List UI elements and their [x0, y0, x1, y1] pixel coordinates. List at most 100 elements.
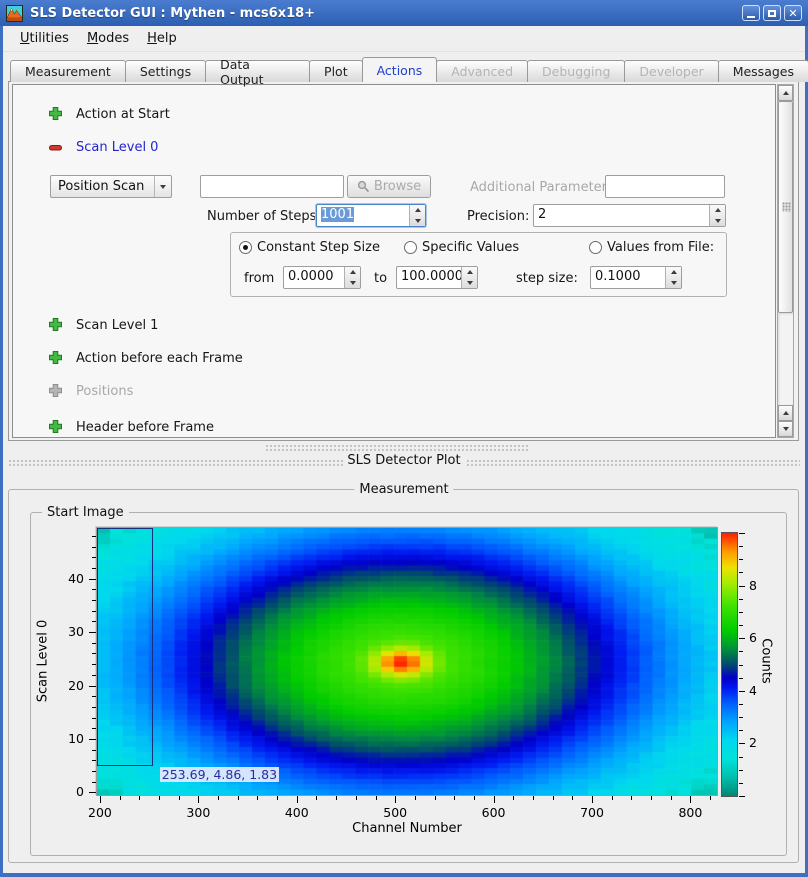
- combo-arrow[interactable]: [154, 176, 171, 197]
- tab-settings[interactable]: Settings: [125, 60, 206, 82]
- tab-actions[interactable]: Actions: [362, 57, 438, 82]
- spin-buttons[interactable]: [344, 267, 360, 288]
- colorbar-title: Counts: [759, 638, 774, 683]
- step-size-spinbox[interactable]: 0.1000: [590, 266, 682, 289]
- measurement-group-label: Measurement: [354, 482, 453, 497]
- x-tick: [631, 796, 632, 800]
- x-tick: [553, 796, 554, 800]
- browse-button-label: Browse: [374, 179, 421, 194]
- number-of-steps-value: 1001: [321, 207, 354, 222]
- scroll-up-button[interactable]: [778, 85, 793, 101]
- dock-handle-left[interactable]: [8, 459, 344, 466]
- window-title: SLS Detector GUI : Mythen - mcs6x18+: [30, 6, 739, 21]
- y-tick: [92, 589, 96, 590]
- colorbar-tick-label: 6: [749, 630, 757, 645]
- scan-script-input[interactable]: [200, 175, 344, 198]
- spin-buttons[interactable]: [409, 205, 425, 226]
- tab-data-output[interactable]: Data Output: [205, 60, 310, 82]
- specific-values-label[interactable]: Specific Values: [422, 240, 519, 255]
- x-tick: [297, 796, 298, 803]
- menu-help[interactable]: Help: [138, 27, 186, 50]
- y-tick-label: 0: [56, 784, 84, 799]
- spin-buttons[interactable]: [461, 267, 477, 288]
- scroll-down-button[interactable]: [778, 421, 793, 437]
- window-controls: ✕: [739, 5, 802, 21]
- colorbar-tick: [739, 730, 743, 731]
- tab-plot[interactable]: Plot: [309, 60, 363, 82]
- scroll-up-button-bottom[interactable]: [778, 405, 793, 421]
- scan-level-1-label[interactable]: Scan Level 1: [76, 318, 158, 333]
- vertical-scrollbar[interactable]: [777, 84, 794, 438]
- step-size-value: 0.1000: [595, 269, 641, 284]
- expand-plus-icon[interactable]: [48, 350, 63, 365]
- x-tick: [257, 796, 258, 800]
- splitter-handle[interactable]: [265, 444, 530, 451]
- colorbar-frame: [721, 532, 738, 797]
- x-tick: [494, 796, 495, 803]
- colorbar-tick: [739, 678, 743, 679]
- scan-mode-value: Position Scan: [51, 179, 154, 194]
- y-tick: [89, 579, 96, 580]
- colorbar-tick-label: 8: [749, 578, 757, 593]
- x-tick: [612, 796, 613, 800]
- maximize-button[interactable]: [763, 5, 781, 21]
- plot-dock-title: SLS Detector Plot: [347, 453, 460, 468]
- menu-bar: UtilitiesModesHelp: [3, 26, 805, 52]
- spin-buttons[interactable]: [709, 205, 725, 226]
- x-tick: [100, 796, 101, 803]
- y-tick: [92, 611, 96, 612]
- precision-spinbox[interactable]: 2: [533, 204, 726, 227]
- precision-label: Precision:: [467, 209, 529, 224]
- header-before-frame-label[interactable]: Header before Frame: [76, 420, 214, 435]
- x-axis-title: Channel Number: [352, 821, 462, 836]
- x-tick: [415, 796, 416, 800]
- tab-measurement[interactable]: Measurement: [10, 60, 126, 82]
- x-tick: [198, 796, 199, 803]
- to-label: to: [374, 271, 387, 286]
- scrollbar-thumb[interactable]: [778, 101, 793, 313]
- x-tick-label: 300: [183, 805, 213, 820]
- values-from-file-label[interactable]: Values from File:: [607, 240, 714, 255]
- menu-modes[interactable]: Modes: [78, 27, 138, 50]
- constant-step-size-radio[interactable]: [239, 241, 252, 254]
- constant-step-size-label[interactable]: Constant Step Size: [257, 240, 380, 255]
- y-tick-label: 10: [56, 731, 84, 746]
- heatmap-canvas[interactable]: [97, 528, 717, 795]
- colorbar-tick: [739, 625, 743, 626]
- colorbar-tick: [739, 691, 745, 692]
- expand-plus-icon[interactable]: [48, 317, 63, 332]
- scan-level-0-label[interactable]: Scan Level 0: [76, 140, 158, 155]
- scrollbar-track[interactable]: [778, 313, 793, 405]
- specific-values-radio[interactable]: [404, 241, 417, 254]
- action-at-start-label[interactable]: Action at Start: [76, 107, 170, 122]
- magnifier-icon: [357, 180, 370, 193]
- expand-plus-icon[interactable]: [48, 419, 63, 434]
- colorbar-canvas: [722, 533, 737, 796]
- colorbar-tick: [739, 546, 743, 547]
- dock-handle-right[interactable]: [466, 459, 800, 466]
- tab-debugging: Debugging: [527, 60, 625, 82]
- x-tick: [671, 796, 672, 800]
- scan-mode-select[interactable]: Position Scan: [50, 175, 172, 198]
- expand-plus-icon[interactable]: [48, 106, 63, 121]
- close-button[interactable]: ✕: [784, 5, 802, 21]
- menu-utilities[interactable]: Utilities: [11, 27, 78, 50]
- browse-button: Browse: [347, 175, 431, 198]
- collapse-minus-icon[interactable]: [48, 140, 63, 155]
- tab-messages[interactable]: Messages: [718, 60, 808, 82]
- from-spinbox[interactable]: 0.0000: [283, 266, 361, 289]
- to-spinbox[interactable]: 100.0000: [396, 266, 478, 289]
- y-tick: [89, 632, 96, 633]
- action-before-each-frame-label[interactable]: Action before each Frame: [76, 351, 243, 366]
- x-tick: [376, 796, 377, 800]
- x-tick: [690, 796, 691, 803]
- spin-buttons[interactable]: [665, 267, 681, 288]
- values-from-file-radio[interactable]: [589, 241, 602, 254]
- precision-value: 2: [538, 207, 546, 222]
- from-label: from: [244, 271, 274, 286]
- colorbar-tick: [739, 704, 743, 705]
- minimize-button[interactable]: [742, 5, 760, 21]
- number-of-steps-spinbox[interactable]: 1001: [316, 204, 426, 227]
- colorbar-tick: [739, 612, 743, 613]
- x-tick: [218, 796, 219, 800]
